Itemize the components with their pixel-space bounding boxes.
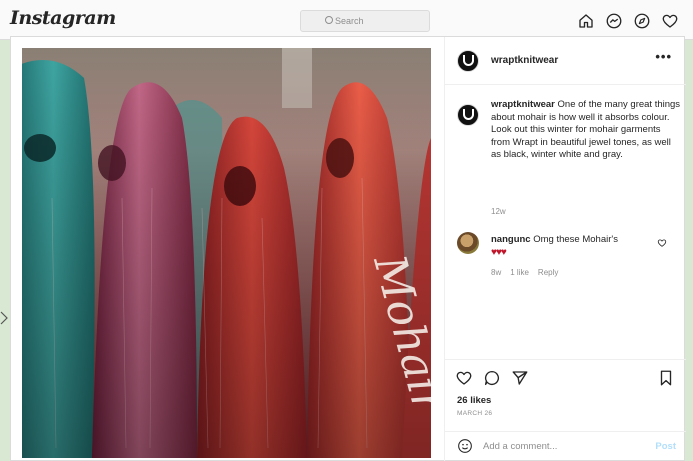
instagram-top-bar: Instagram Search: [0, 0, 693, 40]
add-comment-bar: Post: [445, 431, 686, 461]
home-icon[interactable]: [577, 12, 595, 30]
search-icon: [325, 16, 333, 24]
comment-bubble-icon[interactable]: [483, 369, 501, 387]
post-header: wraptknitwear •••: [445, 37, 686, 85]
heart-icon[interactable]: [661, 12, 679, 30]
chevron-right-icon[interactable]: [0, 310, 8, 326]
more-options-button[interactable]: •••: [655, 49, 672, 64]
like-count[interactable]: 26 likes: [457, 395, 491, 406]
comment-likes[interactable]: 1 like: [510, 268, 529, 277]
comment-text: Omg these Mohair's: [533, 234, 618, 245]
caption-username[interactable]: wraptknitwear: [491, 99, 555, 110]
like-heart-icon[interactable]: [455, 369, 473, 387]
mohair-garments-photo: Mohair: [22, 48, 431, 458]
caption-author-avatar[interactable]: [457, 104, 479, 126]
commenter-username[interactable]: nangunc: [491, 234, 531, 245]
post-date[interactable]: MARCH 26: [457, 410, 492, 417]
explore-icon[interactable]: [633, 12, 651, 30]
commenter-avatar[interactable]: [457, 232, 479, 254]
post-caption: wraptknitwear One of the many great thin…: [491, 99, 681, 162]
search-bar[interactable]: Search: [300, 10, 430, 32]
post-image[interactable]: Mohair: [22, 48, 431, 458]
comment-meta: 8w 1 like Reply: [491, 268, 558, 277]
bookmark-icon[interactable]: [657, 369, 675, 387]
instagram-logo[interactable]: Instagram: [10, 7, 116, 29]
author-username[interactable]: wraptknitwear: [491, 55, 558, 66]
post-comment-button[interactable]: Post: [655, 441, 676, 452]
add-comment-input[interactable]: [483, 439, 643, 453]
caption-text-more: Look out this winter for mohair garments…: [491, 124, 671, 160]
post-card: Mohair wraptknitwear ••• wraptknitwear O…: [10, 36, 686, 461]
comment-like-heart-icon[interactable]: [657, 238, 667, 248]
post-sidebar: wraptknitwear ••• wraptknitwear One of t…: [444, 37, 686, 461]
post-actions: 26 likes MARCH 26: [445, 359, 686, 419]
comment-reply-button[interactable]: Reply: [538, 268, 558, 277]
author-avatar[interactable]: [457, 50, 479, 72]
comment-age[interactable]: 8w: [491, 268, 501, 277]
messenger-icon[interactable]: [605, 12, 623, 30]
top-nav-icons: [577, 12, 679, 30]
heart-emoji: ♥♥♥: [491, 246, 507, 258]
share-paper-plane-icon[interactable]: [511, 369, 529, 387]
search-placeholder: Search: [335, 16, 364, 26]
caption-age[interactable]: 12w: [491, 207, 506, 216]
emoji-smiley-icon[interactable]: [457, 438, 473, 454]
comment: nangunc Omg these Mohair's ♥♥♥: [491, 234, 656, 259]
